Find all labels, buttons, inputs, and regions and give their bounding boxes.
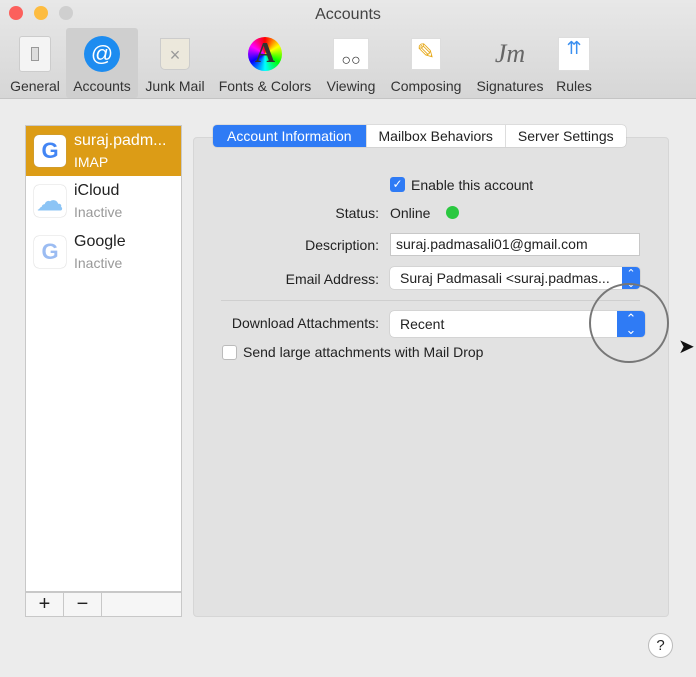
account-status: Inactive: [74, 204, 123, 220]
google-logo-icon: G: [34, 236, 66, 268]
tool-label: General: [10, 78, 60, 94]
signature-icon: Jm: [494, 39, 526, 68]
tool-label: Accounts: [73, 78, 131, 94]
highlight-circle: [589, 283, 669, 363]
account-status: Inactive: [74, 255, 123, 271]
trash-icon: ×: [155, 34, 195, 74]
tab-bar: Account Information Mailbox Behaviors Se…: [213, 125, 626, 147]
enable-account-label: Enable this account: [411, 177, 534, 193]
tool-label: Rules: [556, 78, 592, 94]
status-value: Online: [390, 205, 431, 221]
tab-server-settings[interactable]: Server Settings: [506, 125, 626, 147]
status-label: Status:: [335, 205, 379, 221]
tab-account-information[interactable]: Account Information: [213, 125, 367, 147]
mouse-cursor-icon: ➤: [678, 336, 695, 358]
account-item[interactable]: Gsuraj.padm... IMAP: [26, 126, 181, 176]
tool-label: Signatures: [476, 78, 544, 94]
email-address-popup[interactable]: Suraj Padmasali <suraj.padmas... ⌃ ⌄: [390, 267, 640, 290]
color-wheel-icon: A: [245, 34, 285, 74]
download-attachments-label: Download Attachments:: [231, 315, 379, 331]
account-name: iCloud: [74, 182, 120, 199]
tab-signatures[interactable]: Jm Signatures: [472, 28, 548, 98]
email-address-label: Email Address:: [285, 271, 379, 287]
tool-label: Composing: [390, 78, 462, 94]
mail-drop-label: Send large attachments with Mail Drop: [243, 344, 484, 360]
download-attachments-value: Recent: [400, 316, 445, 332]
toolbar: Accounts General @ Accounts × Junk Mail AF…: [0, 0, 696, 99]
help-button[interactable]: ?: [648, 633, 673, 658]
description-input[interactable]: suraj.padmasali01@gmail.com: [390, 233, 640, 256]
account-item[interactable]: ☁ iCloud Inactive: [26, 176, 181, 226]
tab-rules[interactable]: ⇈ Rules: [552, 28, 596, 98]
account-status: IMAP: [74, 154, 109, 170]
tab-mailbox-behaviors[interactable]: Mailbox Behaviors: [367, 125, 506, 147]
mail-drop-checkbox[interactable]: [222, 345, 237, 360]
tool-label: Viewing: [326, 78, 376, 94]
rules-icon: ⇈: [554, 34, 594, 74]
google-logo-icon: G: [34, 135, 66, 167]
accounts-list: Gsuraj.padm... IMAP ☁ iCloud Inactive G Goog…: [25, 125, 182, 592]
online-indicator-icon: [446, 206, 459, 219]
tab-fonts-colors[interactable]: A Fonts & Colors: [214, 28, 316, 98]
sidebar-buttons: + −: [25, 592, 182, 617]
account-name: Google: [74, 233, 126, 250]
divider: [221, 300, 640, 301]
switch-icon: [15, 34, 55, 74]
enable-account-checkbox[interactable]: ✓: [390, 177, 405, 192]
at-icon: @: [82, 34, 122, 74]
account-item[interactable]: G Google Inactive: [26, 227, 181, 277]
tab-viewing[interactable]: ○○ Viewing: [322, 28, 380, 98]
description-label: Description:: [305, 237, 379, 253]
add-account-button[interactable]: +: [26, 593, 64, 616]
glasses-icon: ○○: [331, 34, 371, 74]
remove-account-button[interactable]: −: [64, 593, 102, 616]
tab-accounts[interactable]: @ Accounts: [66, 28, 138, 98]
tool-label: Fonts & Colors: [218, 78, 312, 94]
email-address-value: Suraj Padmasali <suraj.padmas...: [400, 270, 610, 286]
window-title: Accounts: [315, 6, 381, 23]
icloud-icon: ☁: [34, 185, 66, 217]
pencil-icon: ✎: [406, 34, 446, 74]
account-name: suraj.padm...: [74, 132, 167, 149]
tool-label: Junk Mail: [145, 78, 205, 94]
tab-composing[interactable]: ✎ Composing: [386, 28, 466, 98]
tab-general[interactable]: General: [4, 28, 66, 98]
tab-junk-mail[interactable]: × Junk Mail: [140, 28, 210, 98]
